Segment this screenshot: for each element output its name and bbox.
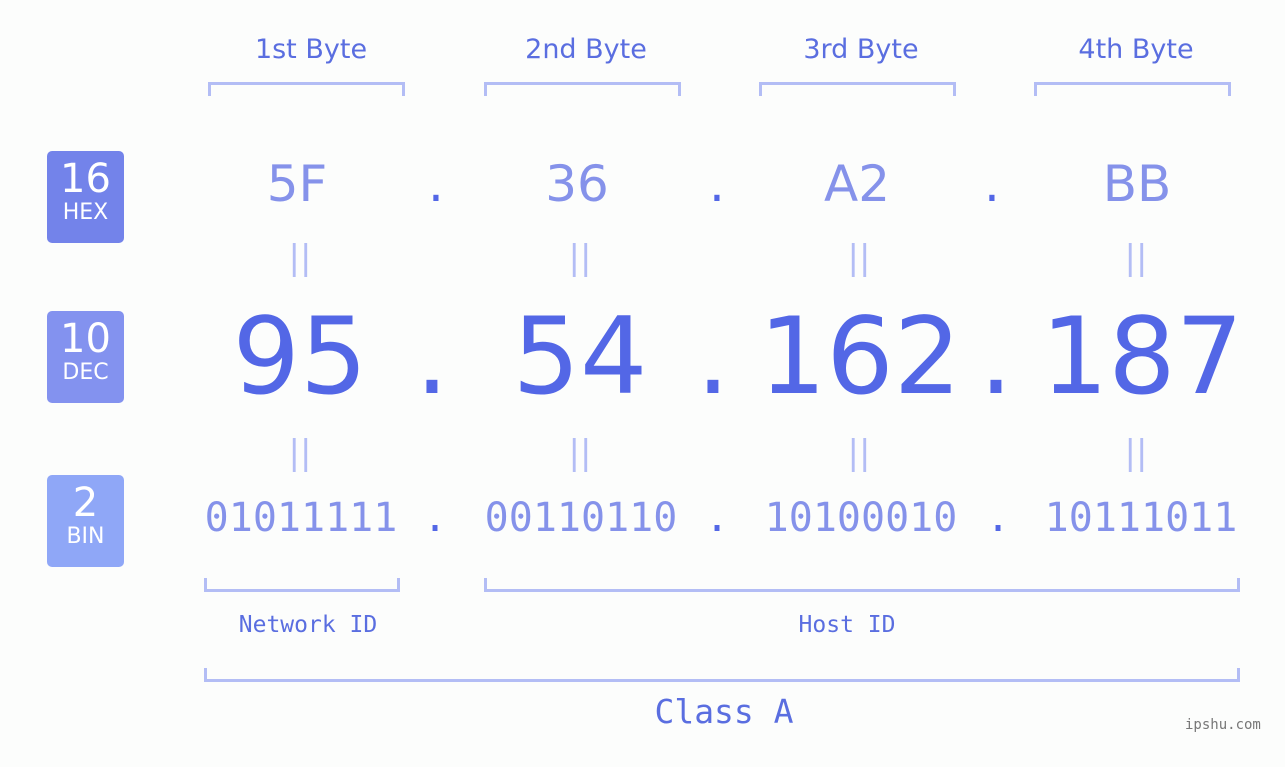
hex-byte-4: BB bbox=[1102, 155, 1172, 213]
dec-byte-4: 187 bbox=[1040, 295, 1244, 418]
hex-separator-2: . bbox=[709, 155, 725, 213]
byte-label-2: 2nd Byte bbox=[525, 34, 647, 65]
equals-hex-dec-4: || bbox=[1124, 238, 1148, 278]
bin-badge-base: 2 bbox=[72, 480, 99, 526]
hex-badge: 16 HEX bbox=[47, 151, 124, 243]
host-id-bracket bbox=[484, 578, 1240, 592]
equals-dec-bin-3: || bbox=[847, 433, 871, 473]
equals-dec-bin-1: || bbox=[288, 433, 312, 473]
host-id-label: Host ID bbox=[798, 612, 896, 638]
byte-bracket-4 bbox=[1034, 82, 1231, 96]
equals-hex-dec-3: || bbox=[847, 238, 871, 278]
dec-byte-1: 95 bbox=[232, 295, 368, 418]
hex-byte-1: 5F bbox=[266, 155, 328, 213]
network-id-bracket bbox=[204, 578, 400, 592]
byte-bracket-2 bbox=[484, 82, 681, 96]
bin-separator-2: . bbox=[704, 495, 730, 541]
dec-separator-1: . bbox=[415, 295, 449, 418]
bin-separator-1: . bbox=[422, 495, 448, 541]
hex-separator-3: . bbox=[984, 155, 1000, 213]
hex-separator-1: . bbox=[428, 155, 444, 213]
dec-separator-3: . bbox=[979, 295, 1013, 418]
hex-byte-3: A2 bbox=[823, 155, 890, 213]
watermark: ipshu.com bbox=[1185, 717, 1261, 733]
byte-bracket-3 bbox=[759, 82, 956, 96]
hex-badge-label: HEX bbox=[62, 200, 109, 225]
class-bracket bbox=[204, 668, 1240, 682]
network-id-label: Network ID bbox=[238, 612, 378, 638]
bin-byte-3: 10100010 bbox=[764, 495, 958, 541]
byte-label-3: 3rd Byte bbox=[803, 34, 919, 65]
hex-byte-2: 36 bbox=[545, 155, 609, 213]
class-label: Class A bbox=[654, 692, 794, 731]
bin-separator-3: . bbox=[985, 495, 1011, 541]
byte-label-1: 1st Byte bbox=[254, 34, 368, 65]
hex-badge-base: 16 bbox=[60, 156, 111, 202]
byte-bracket-1 bbox=[208, 82, 405, 96]
equals-hex-dec-1: || bbox=[288, 238, 312, 278]
dec-badge-label: DEC bbox=[62, 360, 109, 385]
bin-byte-2: 00110110 bbox=[484, 495, 678, 541]
dec-byte-3: 162 bbox=[758, 295, 962, 418]
dec-badge-base: 10 bbox=[60, 316, 111, 362]
byte-label-4: 4th Byte bbox=[1078, 34, 1194, 65]
bin-badge: 2 BIN bbox=[47, 475, 124, 567]
equals-dec-bin-2: || bbox=[568, 433, 592, 473]
equals-hex-dec-2: || bbox=[568, 238, 592, 278]
dec-byte-2: 54 bbox=[512, 295, 648, 418]
dec-separator-2: . bbox=[696, 295, 730, 418]
bin-byte-4: 10111011 bbox=[1044, 495, 1238, 541]
bin-byte-1: 01011111 bbox=[204, 495, 398, 541]
equals-dec-bin-4: || bbox=[1124, 433, 1148, 473]
dec-badge: 10 DEC bbox=[47, 311, 124, 403]
bin-badge-label: BIN bbox=[66, 524, 105, 549]
